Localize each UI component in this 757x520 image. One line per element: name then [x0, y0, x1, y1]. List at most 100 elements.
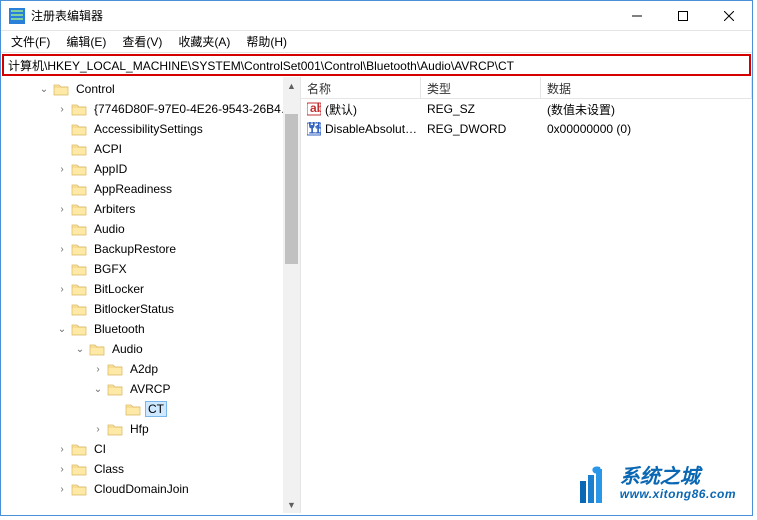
- tree-item[interactable]: ›A2dp: [1, 359, 300, 379]
- tree-item[interactable]: BGFX: [1, 259, 300, 279]
- folder-icon: [89, 342, 105, 356]
- tree-scrollbar[interactable]: ▲ ▼: [283, 77, 300, 513]
- expander-icon[interactable]: ⌄: [37, 82, 51, 96]
- list-rows: (默认)REG_SZ(数值未设置)DisableAbsolut…REG_DWOR…: [301, 99, 752, 139]
- minimize-button[interactable]: [614, 1, 660, 30]
- value-data: 0x00000000 (0): [541, 121, 752, 137]
- scroll-thumb[interactable]: [285, 114, 298, 264]
- scroll-up-icon[interactable]: ▲: [283, 77, 300, 94]
- tree-item[interactable]: ⌄AVRCP: [1, 379, 300, 399]
- watermark-icon: [572, 463, 614, 505]
- folder-icon: [71, 222, 87, 236]
- expander-icon[interactable]: ›: [55, 462, 69, 476]
- watermark: 系统之城 www.xitong86.com: [572, 463, 736, 505]
- app-icon: [9, 8, 25, 24]
- tree-item[interactable]: AppReadiness: [1, 179, 300, 199]
- folder-icon: [71, 262, 87, 276]
- expander-icon[interactable]: ⌄: [55, 322, 69, 336]
- expander-icon[interactable]: ›: [55, 162, 69, 176]
- menu-help[interactable]: 帮助(H): [238, 31, 295, 52]
- body: ⌄Control › {7746D80F-97E0-4E26-9543-26B4… A…: [1, 77, 752, 513]
- watermark-url: www.xitong86.com: [620, 488, 736, 501]
- folder-icon: [107, 382, 123, 396]
- tree-pane: ⌄Control › {7746D80F-97E0-4E26-9543-26B4… A…: [1, 77, 301, 513]
- address-bar[interactable]: 计算机\HKEY_LOCAL_MACHINE\SYSTEM\ControlSet…: [2, 54, 751, 76]
- folder-icon: [71, 242, 87, 256]
- folder-icon: [71, 202, 87, 216]
- tree-item[interactable]: › {7746D80F-97E0-4E26-9543-26B4…: [1, 99, 300, 119]
- tree-item[interactable]: ACPI: [1, 139, 300, 159]
- expander-icon: [55, 122, 69, 136]
- scroll-track[interactable]: [283, 94, 300, 496]
- column-data[interactable]: 数据: [541, 77, 752, 98]
- expander-icon: [55, 302, 69, 316]
- value-data: (数值未设置): [541, 100, 752, 119]
- tree-item[interactable]: › AppID: [1, 159, 300, 179]
- registry-tree: ⌄Control › {7746D80F-97E0-4E26-9543-26B4… A…: [1, 77, 300, 501]
- tree-item-label: AppID: [91, 161, 130, 177]
- tree-item-label: BitLocker: [91, 281, 147, 297]
- menu-file[interactable]: 文件(F): [3, 31, 58, 52]
- expander-icon[interactable]: ›: [55, 442, 69, 456]
- folder-icon: [107, 422, 123, 436]
- tree-item-label: ACPI: [91, 141, 125, 157]
- menu-favorites[interactable]: 收藏夹(A): [170, 31, 238, 52]
- expander-icon[interactable]: ⌄: [91, 382, 105, 396]
- tree-item-label: Bluetooth: [91, 321, 148, 337]
- folder-icon: [71, 442, 87, 456]
- tree-item-label: CloudDomainJoin: [91, 481, 192, 497]
- tree-item[interactable]: ›BackupRestore: [1, 239, 300, 259]
- expander-icon: [55, 262, 69, 276]
- tree-item[interactable]: Audio: [1, 219, 300, 239]
- expander-icon[interactable]: ›: [91, 422, 105, 436]
- menu-edit[interactable]: 编辑(E): [58, 31, 114, 52]
- expander-icon[interactable]: ›: [55, 282, 69, 296]
- column-type[interactable]: 类型: [421, 77, 541, 98]
- tree-item-label: BGFX: [91, 261, 130, 277]
- tree-item[interactable]: › BitLocker: [1, 279, 300, 299]
- value-row[interactable]: (默认)REG_SZ(数值未设置): [301, 99, 752, 119]
- tree-item[interactable]: ⌄Control: [1, 79, 300, 99]
- tree-item[interactable]: CT: [1, 399, 300, 419]
- expander-icon: [109, 402, 123, 416]
- reg-dword-icon: [307, 122, 321, 136]
- tree-item-label: AppReadiness: [91, 181, 175, 197]
- tree-item[interactable]: BitlockerStatus: [1, 299, 300, 319]
- tree-item[interactable]: ›Hfp: [1, 419, 300, 439]
- tree-item[interactable]: ›Class: [1, 459, 300, 479]
- scroll-down-icon[interactable]: ▼: [283, 496, 300, 513]
- close-button[interactable]: [706, 1, 752, 30]
- tree-item-label: CI: [91, 441, 109, 457]
- title-bar[interactable]: 注册表编辑器: [1, 1, 752, 31]
- reg-sz-icon: [307, 102, 321, 116]
- list-header: 名称 类型 数据: [301, 77, 752, 99]
- expander-icon[interactable]: ›: [91, 362, 105, 376]
- expander-icon[interactable]: ⌄: [73, 342, 87, 356]
- tree-item[interactable]: › CloudDomainJoin: [1, 479, 300, 499]
- menu-view[interactable]: 查看(V): [114, 31, 170, 52]
- column-name[interactable]: 名称: [301, 77, 421, 98]
- expander-icon: [55, 222, 69, 236]
- expander-icon[interactable]: ›: [55, 242, 69, 256]
- tree-item[interactable]: › CI: [1, 439, 300, 459]
- folder-icon: [71, 462, 87, 476]
- value-row[interactable]: DisableAbsolut…REG_DWORD0x00000000 (0): [301, 119, 752, 139]
- tree-scroll[interactable]: ⌄Control › {7746D80F-97E0-4E26-9543-26B4… A…: [1, 77, 300, 513]
- folder-icon: [71, 142, 87, 156]
- tree-item[interactable]: ⌄Audio: [1, 339, 300, 359]
- expander-icon[interactable]: ›: [55, 202, 69, 216]
- maximize-button[interactable]: [660, 1, 706, 30]
- expander-icon[interactable]: ›: [55, 482, 69, 496]
- tree-item[interactable]: AccessibilitySettings: [1, 119, 300, 139]
- tree-item-label: {7746D80F-97E0-4E26-9543-26B4…: [91, 101, 296, 117]
- folder-icon: [125, 402, 141, 416]
- tree-item-label: Audio: [91, 221, 128, 237]
- folder-icon: [107, 362, 123, 376]
- tree-item[interactable]: ⌄ Bluetooth: [1, 319, 300, 339]
- folder-icon: [53, 82, 69, 96]
- expander-icon[interactable]: ›: [55, 102, 69, 116]
- tree-item[interactable]: ›Arbiters: [1, 199, 300, 219]
- registry-editor-window: 注册表编辑器 文件(F) 编辑(E) 查看(V) 收藏夹(A) 帮助(H) 计算…: [0, 0, 753, 516]
- folder-icon: [71, 282, 87, 296]
- expander-icon: [55, 182, 69, 196]
